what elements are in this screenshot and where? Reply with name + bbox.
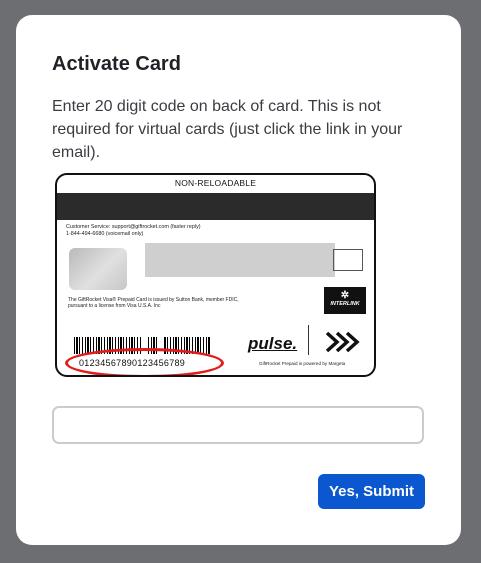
submit-button[interactable]: Yes, Submit	[318, 474, 425, 509]
card-code-input[interactable]	[52, 406, 424, 444]
powered-by-text: GiftRocket Prepaid is powered by Margeta	[259, 361, 346, 366]
modal-description: Enter 20 digit code on back of card. Thi…	[52, 98, 403, 161]
magnetic-stripe	[57, 193, 374, 220]
logo-divider	[308, 325, 309, 355]
customer-service-line-1: Customer Service: support@giftrocket.com…	[66, 224, 201, 230]
card-hologram	[69, 248, 127, 290]
card-header-text: NON-RELOADABLE	[174, 178, 257, 188]
interlink-logo: ✲ INTERLINK	[324, 287, 366, 314]
legal-line-2: pursuant to a license from Visa U.S.A. I…	[68, 303, 161, 309]
chevron-logo-icon	[325, 331, 360, 353]
modal-title: Activate Card	[52, 53, 181, 75]
interlink-icon: ✲	[340, 290, 350, 301]
customer-service-line-2: 1-844-494-6680 (voicemail only)	[66, 230, 144, 237]
card-back-illustration: NON-RELOADABLE Customer Service: support…	[55, 173, 376, 377]
interlink-label: INTERLINK	[330, 301, 360, 307]
cvv-box	[333, 249, 363, 271]
signature-strip	[145, 243, 335, 277]
code-highlight-ellipse	[65, 348, 224, 375]
activate-card-modal: Activate Card Enter 20 digit code on bac…	[16, 15, 461, 545]
customer-service-text: Customer Service: support@giftrocket.com…	[66, 224, 201, 237]
pulse-logo: pulse.	[248, 334, 298, 353]
legal-text: The GiftRocket Visa® Prepaid Card is iss…	[68, 297, 288, 309]
